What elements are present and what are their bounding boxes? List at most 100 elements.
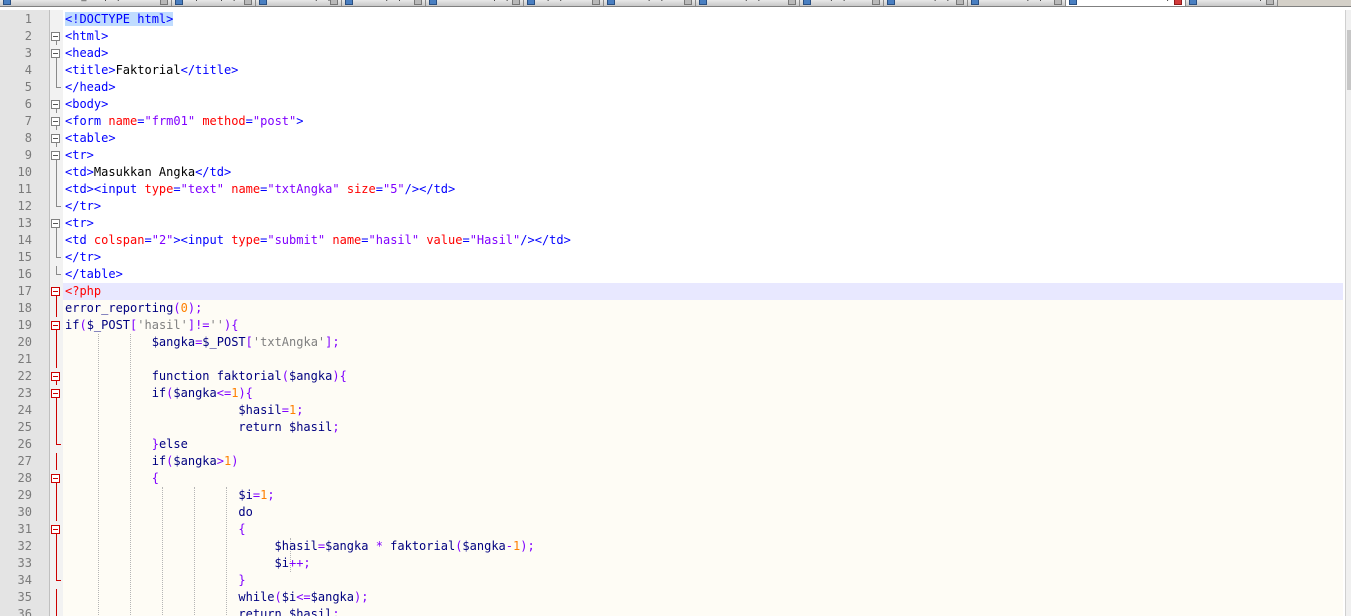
file-tab[interactable]: faktorial.php (968, 0, 1066, 6)
file-icon (259, 0, 267, 5)
code-line[interactable]: 29 $i=1; (0, 487, 1343, 504)
close-icon[interactable] (414, 0, 422, 5)
code-line[interactable]: 31 { (0, 521, 1343, 538)
code-line[interactable]: 9 <tr> (0, 147, 1343, 164)
file-tab[interactable]: inputs.php (172, 0, 256, 6)
close-icon[interactable] (592, 0, 600, 5)
close-icon[interactable] (160, 0, 168, 5)
code-line[interactable]: 32 $hasil=$angka * faktorial($angka-1); (0, 538, 1343, 555)
code-token: "submit" (267, 233, 326, 247)
file-tab[interactable]: combinations_list.php (0, 0, 172, 6)
close-icon[interactable] (1174, 0, 1182, 5)
code-line[interactable]: 11 <td><input type="text" name="txtAngka"… (0, 181, 1343, 198)
line-number: 28 (17, 471, 32, 485)
fold-line (56, 232, 57, 249)
close-icon[interactable] (684, 0, 692, 5)
code-line[interactable]: 27 if($angka>1) (0, 453, 1343, 470)
fold-toggle-icon[interactable] (51, 49, 60, 58)
close-icon[interactable] (956, 0, 964, 5)
line-text: <?php (65, 283, 101, 300)
code-line[interactable]: 5 </head> (0, 79, 1343, 96)
file-tab[interactable]: for.php (800, 0, 884, 6)
code-token: ]; (325, 335, 340, 349)
fold-toggle-icon[interactable] (51, 219, 60, 228)
file-tab[interactable]: while.php (342, 0, 426, 6)
close-icon[interactable] (872, 0, 880, 5)
file-tab[interactable]: formular.php (256, 0, 342, 6)
code-token: $i (281, 590, 297, 604)
code-token: "post" (252, 114, 297, 128)
fold-toggle-icon[interactable] (51, 321, 60, 330)
code-line[interactable]: 19 if($_POST['hasil']!=''){ (0, 317, 1343, 334)
file-tab[interactable]: if.php (524, 0, 604, 6)
code-line[interactable]: 16 </table> (0, 266, 1343, 283)
file-tab[interactable]: faktorialDoWhile.php (1066, 0, 1186, 6)
code-line[interactable]: 35 while($i<=$angka); (0, 589, 1343, 606)
line-number: 35 (17, 590, 32, 604)
code-token: <td (65, 233, 94, 247)
close-icon[interactable] (330, 0, 338, 5)
line-number: 1 (24, 12, 32, 26)
line-number: 3 (24, 46, 32, 60)
code-line[interactable]: 30 do (0, 504, 1343, 521)
code-line[interactable]: 34 } (0, 572, 1343, 589)
line-text: <td colspan="2"><input type="submit" nam… (65, 232, 571, 249)
file-tab[interactable]: faktorialFor.php (1186, 0, 1278, 6)
code-line[interactable]: 7 <form name="frm01" method="post"> (0, 113, 1343, 130)
code-line[interactable]: 26 }else (0, 436, 1343, 453)
close-icon[interactable] (512, 0, 520, 5)
scrollbar-thumb[interactable] (1347, 30, 1351, 90)
fold-line (56, 402, 57, 419)
code-line[interactable]: 4 <title>Faktorial</title> (0, 62, 1343, 79)
fold-toggle-icon[interactable] (51, 134, 60, 143)
fold-toggle-icon[interactable] (51, 117, 60, 126)
code-line[interactable]: 36 return $hasil; (0, 606, 1343, 616)
close-icon[interactable] (1054, 0, 1062, 5)
code-line[interactable]: 12 </tr> (0, 198, 1343, 215)
line-number: 8 (24, 131, 32, 145)
vertical-scrollbar[interactable] (1345, 10, 1351, 616)
file-tab[interactable]: table1.php (696, 0, 800, 6)
code-line[interactable]: 21 (0, 351, 1343, 368)
code-token: method (202, 114, 246, 128)
file-tab[interactable]: tabularise.php (426, 0, 524, 6)
code-line[interactable]: 24 $hasil=1; (0, 402, 1343, 419)
file-tab[interactable]: circle.php (604, 0, 696, 6)
file-tab[interactable]: while2.php (884, 0, 968, 6)
code-line[interactable]: 15 </tr> (0, 249, 1343, 266)
fold-toggle-icon[interactable] (51, 151, 60, 160)
code-token: name (231, 182, 261, 196)
fold-toggle-icon[interactable] (51, 525, 60, 534)
code-line[interactable]: 20 $angka=$_POST['txtAngka']; (0, 334, 1343, 351)
code-line[interactable]: 23 if($angka<=1){ (0, 385, 1343, 402)
code-line[interactable]: 8 <table> (0, 130, 1343, 147)
close-icon[interactable] (788, 0, 796, 5)
code-token: error_reporting (65, 301, 174, 315)
code-line[interactable]: 1 <!DOCTYPE html> (0, 11, 1343, 28)
close-icon[interactable] (1266, 0, 1274, 5)
code-line[interactable]: 18 error_reporting(0); (0, 300, 1343, 317)
code-line[interactable]: 13 <tr> (0, 215, 1343, 232)
code-line[interactable]: 14 <td colspan="2"><input type="submit" n… (0, 232, 1343, 249)
code-line[interactable]: 17 <?php (0, 283, 1343, 300)
code-line[interactable]: 10 <td>Masukkan Angka</td> (0, 164, 1343, 181)
code-line[interactable]: 2 <html> (0, 28, 1343, 45)
line-text: <head> (65, 45, 108, 62)
fold-toggle-icon[interactable] (51, 32, 60, 41)
code-line[interactable]: 28 { (0, 470, 1343, 487)
code-line[interactable]: 33 $i++; (0, 555, 1343, 572)
code-editor[interactable]: 1 <!DOCTYPE html> 2 <html> 3 <head> 4 <title>Fa… (0, 10, 1351, 616)
fold-toggle-icon[interactable] (51, 100, 60, 109)
code-line[interactable]: 3 <head> (0, 45, 1343, 62)
close-icon[interactable] (244, 0, 252, 5)
code-line[interactable]: 6 <body> (0, 96, 1343, 113)
code-token: ( (281, 369, 289, 383)
fold-toggle-icon[interactable] (51, 389, 60, 398)
fold-toggle-icon[interactable] (51, 474, 60, 483)
code-line[interactable]: 25 return $hasil; (0, 419, 1343, 436)
fold-toggle-icon[interactable] (51, 372, 60, 381)
line-text: function faktorial($angka){ (65, 368, 347, 385)
code-line[interactable]: 22 function faktorial($angka){ (0, 368, 1343, 385)
fold-toggle-icon[interactable] (51, 287, 60, 296)
